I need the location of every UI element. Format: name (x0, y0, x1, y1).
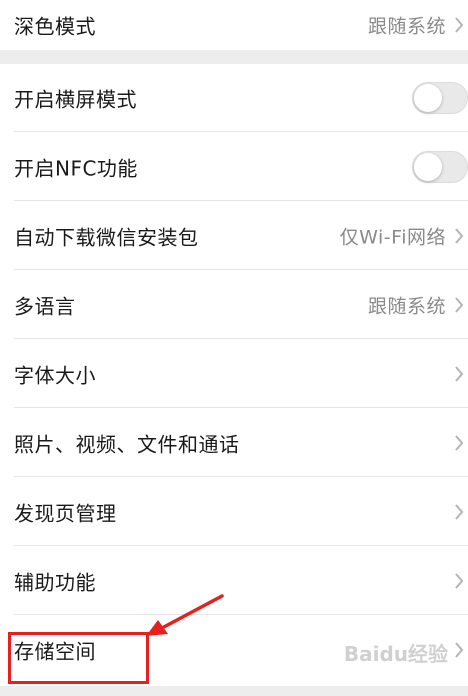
chevron-right-icon (455, 642, 464, 658)
settings-group-display: 深色模式 跟随系统 (0, 0, 468, 50)
chevron-right-icon (455, 17, 464, 33)
divider (14, 407, 468, 408)
divider (14, 131, 468, 132)
accessibility-label: 辅助功能 (14, 570, 96, 595)
chevron-right-icon (455, 504, 464, 520)
divider (14, 545, 468, 546)
divider (14, 614, 468, 615)
accessibility-row[interactable]: 辅助功能 (0, 547, 468, 615)
nfc-row: 开启NFC功能 (0, 133, 468, 201)
divider (14, 338, 468, 339)
nfc-toggle[interactable] (412, 151, 468, 183)
font-size-label: 字体大小 (14, 363, 96, 388)
discover-row[interactable]: 发现页管理 (0, 478, 468, 546)
chevron-right-icon (455, 573, 464, 589)
chevron-right-icon (455, 228, 464, 244)
language-value: 跟随系统 (367, 295, 446, 318)
media-label: 照片、视频、文件和通话 (14, 432, 240, 457)
dark-mode-row[interactable]: 深色模式 跟随系统 (0, 0, 468, 50)
dark-mode-label: 深色模式 (14, 14, 96, 39)
divider (14, 476, 468, 477)
chevron-right-icon (455, 297, 464, 313)
nfc-label: 开启NFC功能 (14, 156, 138, 181)
auto-download-value: 仅Wi-Fi网络 (339, 226, 446, 249)
auto-download-label: 自动下载微信安装包 (14, 225, 199, 250)
chevron-right-icon (455, 366, 464, 382)
language-row[interactable]: 多语言 跟随系统 (0, 271, 468, 339)
discover-label: 发现页管理 (14, 501, 117, 526)
language-label: 多语言 (14, 294, 76, 319)
auto-download-row[interactable]: 自动下载微信安装包 仅Wi-Fi网络 (0, 202, 468, 270)
divider (14, 269, 468, 270)
divider (14, 200, 468, 201)
media-row[interactable]: 照片、视频、文件和通话 (0, 409, 468, 477)
landscape-mode-label: 开启横屏模式 (14, 87, 137, 112)
storage-highlight-box (8, 632, 149, 684)
toggle-knob (414, 84, 442, 112)
baidu-watermark: Baidu经验 (343, 642, 448, 666)
settings-group-general: 开启横屏模式 开启NFC功能 自动下载微信安装包 仅Wi-Fi网络 多语言 跟随… (0, 64, 468, 686)
landscape-mode-toggle[interactable] (412, 82, 468, 114)
font-size-row[interactable]: 字体大小 (0, 340, 468, 408)
toggle-knob (414, 153, 442, 181)
landscape-mode-row: 开启横屏模式 (0, 64, 468, 132)
dark-mode-value: 跟随系统 (367, 15, 446, 38)
red-arrow (146, 594, 224, 636)
chevron-right-icon (455, 435, 464, 451)
